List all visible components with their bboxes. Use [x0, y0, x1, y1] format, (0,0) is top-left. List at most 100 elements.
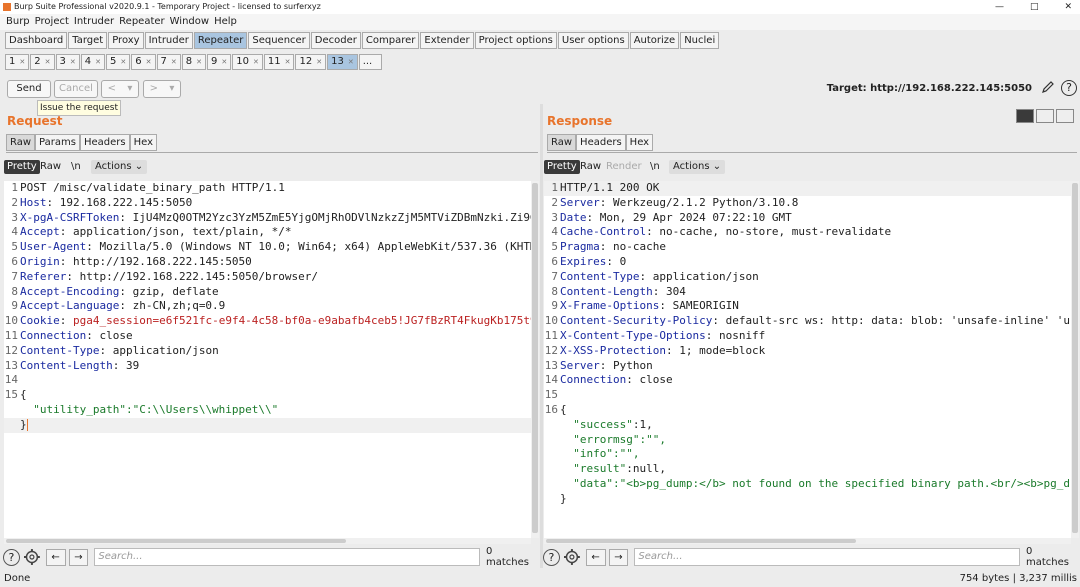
response-vscroll[interactable]: [1071, 181, 1079, 538]
response-search-input[interactable]: Search...: [634, 548, 1020, 566]
repeater-tab-12[interactable]: 12 ✕: [295, 54, 327, 70]
close-button[interactable]: ✕: [1064, 0, 1072, 14]
header-name: Server: [560, 195, 600, 209]
target-label[interactable]: Target: http://192.168.222.145:5050: [827, 83, 1032, 94]
response-render-toggle[interactable]: Render: [603, 160, 645, 174]
response-hscroll[interactable]: [544, 538, 1071, 544]
request-tab-raw[interactable]: Raw: [6, 134, 36, 151]
history-back-button[interactable]: < ▾: [101, 80, 139, 98]
search-prev-button[interactable]: ←: [45, 548, 66, 566]
request-actions-menu[interactable]: Actions ⌄: [91, 160, 148, 174]
tab-user-options[interactable]: User options: [557, 32, 629, 49]
repeater-tab-13[interactable]: 13 ✕: [327, 54, 358, 70]
cancel-button[interactable]: Cancel: [54, 80, 98, 98]
split-horizontal-icon[interactable]: [1016, 109, 1034, 123]
forward-arrow-icon: >: [149, 83, 159, 94]
menu-project[interactable]: Project: [34, 14, 70, 30]
gear-icon[interactable]: [23, 548, 41, 566]
request-tab-headers[interactable]: Headers: [79, 134, 130, 151]
tab-autorize[interactable]: Autorize: [629, 32, 680, 49]
tab-sequencer[interactable]: Sequencer: [248, 32, 310, 49]
close-icon[interactable]: ✕: [171, 58, 177, 66]
repeater-tab-9[interactable]: 9 ✕: [207, 54, 232, 70]
repeater-tab-3[interactable]: 3 ✕: [55, 54, 80, 70]
response-newline-toggle[interactable]: \n: [647, 160, 663, 174]
help-icon[interactable]: ?: [1061, 80, 1077, 96]
gear-icon[interactable]: [563, 548, 581, 566]
close-icon[interactable]: ✕: [70, 58, 76, 66]
close-icon[interactable]: ✕: [316, 58, 322, 66]
repeater-tab-label: 3: [59, 56, 66, 67]
close-icon[interactable]: ✕: [221, 58, 227, 66]
maximize-button[interactable]: □: [1030, 0, 1039, 14]
menu-repeater[interactable]: Repeater: [118, 14, 165, 30]
minimize-button[interactable]: —: [995, 0, 1004, 14]
menu-burp[interactable]: Burp: [5, 14, 31, 30]
response-actions-menu[interactable]: Actions ⌄: [669, 160, 726, 174]
tab-project-options[interactable]: Project options: [474, 32, 557, 49]
response-tab-raw[interactable]: Raw: [547, 134, 577, 151]
search-prev-button[interactable]: ←: [585, 548, 606, 566]
tab-nuclei[interactable]: Nuclei: [680, 32, 720, 49]
repeater-tab-2[interactable]: 2 ✕: [30, 54, 55, 70]
request-pretty-toggle[interactable]: Pretty: [4, 160, 40, 174]
history-forward-button[interactable]: > ▾: [143, 80, 181, 98]
request-search-input[interactable]: Search...: [94, 548, 480, 566]
close-icon[interactable]: ✕: [348, 58, 354, 66]
search-next-button[interactable]: →: [608, 548, 629, 566]
menu-intruder[interactable]: Intruder: [73, 14, 115, 30]
tabs-layout-icon[interactable]: [1056, 109, 1074, 123]
request-tab-hex[interactable]: Hex: [129, 134, 157, 151]
tab-extender[interactable]: Extender: [420, 32, 474, 49]
request-newline-toggle[interactable]: \n: [68, 160, 84, 174]
repeater-tab-11[interactable]: 11 ✕: [263, 54, 295, 70]
response-tab-hex[interactable]: Hex: [625, 134, 654, 151]
response-tab-headers[interactable]: Headers: [576, 134, 626, 151]
help-icon[interactable]: ?: [543, 548, 560, 566]
repeater-tab-1[interactable]: 1 ✕: [5, 54, 30, 70]
close-icon[interactable]: ✕: [19, 58, 25, 66]
request-tab-params[interactable]: Params: [35, 134, 80, 151]
title-bar: Burp Suite Professional v2020.9.1 - Temp…: [0, 0, 1080, 14]
close-icon[interactable]: ✕: [196, 58, 202, 66]
response-pretty-toggle[interactable]: Pretty: [544, 160, 580, 174]
search-next-button[interactable]: →: [68, 548, 89, 566]
tab-comparer[interactable]: Comparer: [361, 32, 420, 49]
split-vertical-icon[interactable]: [1036, 109, 1054, 123]
help-icon[interactable]: ?: [3, 548, 20, 566]
close-icon[interactable]: ✕: [120, 58, 126, 66]
close-icon[interactable]: ✕: [45, 58, 51, 66]
line-number: 13: [544, 358, 558, 372]
close-icon[interactable]: ✕: [146, 58, 152, 66]
close-icon[interactable]: ✕: [253, 58, 259, 66]
request-editor[interactable]: 1 POST /misc/validate_binary_path HTTP/1.…: [4, 181, 531, 538]
request-vscroll[interactable]: [531, 181, 539, 538]
repeater-tab-8[interactable]: 8 ✕: [181, 54, 206, 70]
tab-target[interactable]: Target: [68, 32, 108, 49]
line-number: 12: [4, 343, 18, 357]
repeater-tab-5[interactable]: 5 ✕: [106, 54, 131, 70]
repeater-tab-6[interactable]: 6 ✕: [131, 54, 156, 70]
header-value: : http://192.168.222.145:5050: [59, 254, 252, 268]
repeater-tab-10[interactable]: 10 ✕: [232, 54, 263, 70]
close-icon[interactable]: ✕: [95, 58, 101, 66]
repeater-tab-label: 13: [331, 56, 344, 67]
tab-decoder[interactable]: Decoder: [310, 32, 361, 49]
menu-window[interactable]: Window: [169, 14, 210, 30]
tab-proxy[interactable]: Proxy: [108, 32, 144, 49]
edit-target-icon[interactable]: [1041, 80, 1055, 94]
repeater-tab-new[interactable]: ...: [358, 54, 382, 70]
request-raw-toggle[interactable]: Raw: [37, 160, 64, 174]
tab-dashboard[interactable]: Dashboard: [5, 32, 68, 49]
send-button[interactable]: Send: [7, 80, 51, 98]
request-hscroll[interactable]: [4, 538, 531, 544]
response-editor[interactable]: 1 HTTP/1.1 200 OK 2 Server: Werkzeug/2.1.2 …: [544, 181, 1071, 538]
response-raw-toggle[interactable]: Raw: [577, 160, 604, 174]
close-icon[interactable]: ✕: [285, 58, 291, 66]
repeater-tab-4[interactable]: 4 ✕: [80, 54, 105, 70]
pane-splitter[interactable]: [540, 104, 543, 568]
menu-help[interactable]: Help: [213, 14, 238, 30]
tab-intruder[interactable]: Intruder: [144, 32, 193, 49]
tab-repeater[interactable]: Repeater: [193, 32, 248, 49]
repeater-tab-7[interactable]: 7 ✕: [156, 54, 181, 70]
